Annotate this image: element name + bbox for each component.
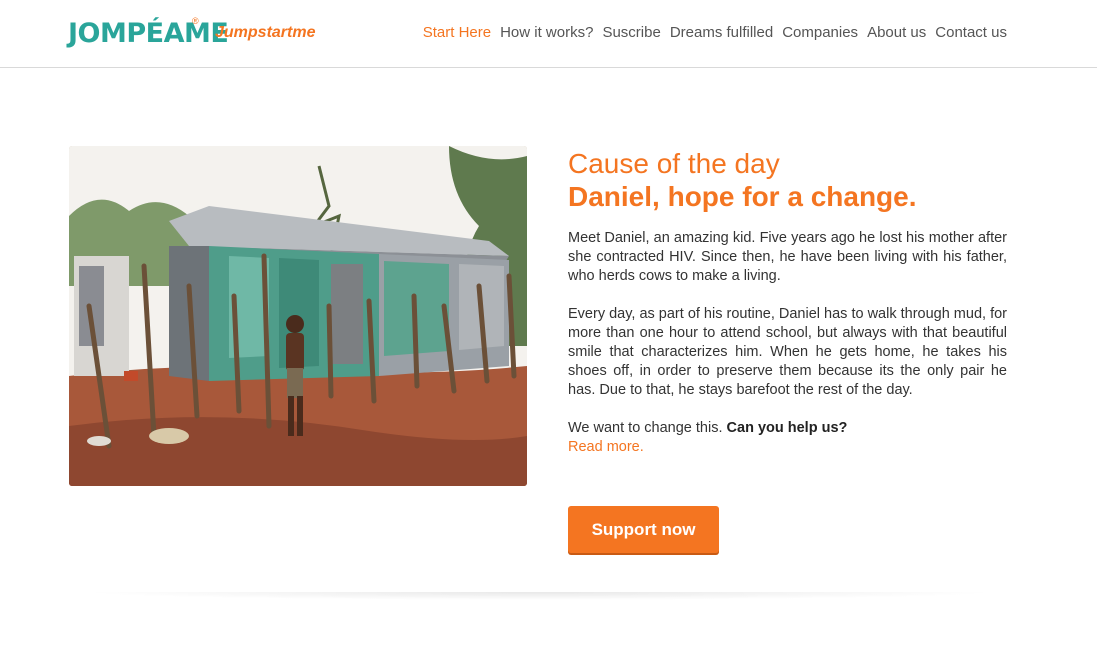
nav-contact-us[interactable]: Contact us bbox=[935, 21, 1007, 45]
cause-photo bbox=[69, 146, 527, 486]
nav-subscribe[interactable]: Suscribe bbox=[602, 21, 660, 45]
cta-text: We want to change this. bbox=[568, 420, 723, 436]
cause-paragraph-2: Every day, as part of his routine, Danie… bbox=[568, 306, 1007, 398]
cause-heading: Cause of the day bbox=[568, 148, 780, 179]
cta-question: Can you help us? bbox=[726, 420, 848, 436]
main-nav: Start Here How it works? Suscribe Dreams… bbox=[414, 21, 1007, 45]
nav-companies[interactable]: Companies bbox=[782, 21, 858, 45]
section-divider bbox=[80, 592, 1000, 600]
logo[interactable]: JOMPÉAME bbox=[68, 14, 229, 54]
support-now-button[interactable]: Support now bbox=[568, 506, 719, 553]
tagline: Jumpstartme bbox=[215, 24, 316, 41]
cause-content: Cause of the day Daniel, hope for a chan… bbox=[568, 148, 1007, 457]
cause-call-to-action: We want to change this. Can you help us? bbox=[568, 419, 1007, 438]
nav-start-here[interactable]: Start Here bbox=[423, 21, 491, 45]
nav-how-it-works[interactable]: How it works? bbox=[500, 21, 593, 45]
read-more-link[interactable]: Read more. bbox=[568, 438, 1007, 457]
cause-title: Daniel, hope for a change. bbox=[568, 181, 917, 212]
registered-mark: ® bbox=[192, 16, 199, 26]
nav-about-us[interactable]: About us bbox=[867, 21, 926, 45]
nav-dreams-fulfilled[interactable]: Dreams fulfilled bbox=[670, 21, 773, 45]
site-header: JOMPÉAME ® Jumpstartme Start Here How it… bbox=[0, 0, 1097, 68]
cause-paragraph-1: Meet Daniel, an amazing kid. Five years … bbox=[568, 230, 1007, 284]
